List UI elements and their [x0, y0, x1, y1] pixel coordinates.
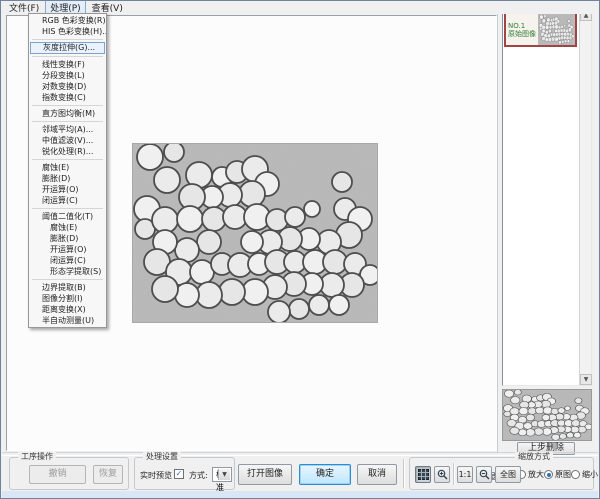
- menu-item-7[interactable]: 对数变换(D): [29, 81, 106, 92]
- menu-item-24[interactable]: 开运算(O): [29, 244, 106, 255]
- menu-separator: [32, 208, 103, 209]
- menu-item-17[interactable]: 膨胀(D): [29, 173, 106, 184]
- menu-item-8[interactable]: 指数变换(C): [29, 92, 106, 103]
- menu-item-6[interactable]: 分段变换(L): [29, 70, 106, 81]
- history-listbox[interactable]: NO.1 原始图像 ▲ ▼: [502, 9, 592, 386]
- cancel-button[interactable]: 取消: [357, 464, 397, 485]
- process-group-label: 处理设置: [143, 452, 181, 462]
- scale-radio-0[interactable]: 放大: [517, 469, 544, 480]
- menu-separator: [32, 105, 103, 106]
- steps-group-label: 工序操作: [18, 452, 56, 462]
- undo-button[interactable]: 撤销: [29, 465, 86, 484]
- panel-divider: [497, 1, 498, 453]
- menu-separator: [32, 159, 103, 160]
- history-item-thumbnail: [538, 14, 575, 45]
- menu-item-18[interactable]: 开运算(O): [29, 184, 106, 195]
- menu-item-13[interactable]: 中值滤波(V)...: [29, 135, 106, 146]
- down-arrow-icon[interactable]: ▼: [580, 374, 592, 385]
- microscopy-image[interactable]: [132, 143, 378, 323]
- menu-item-1[interactable]: HIS 色彩变换(H)...: [29, 26, 106, 37]
- menu-item-19[interactable]: 闭运算(C): [29, 195, 106, 206]
- menu-item-23[interactable]: 膨胀(D): [29, 233, 106, 244]
- ok-button[interactable]: 确定: [299, 464, 351, 485]
- open-image-button[interactable]: 打开图像: [238, 464, 292, 485]
- menu-item-25[interactable]: 闭运算(C): [29, 255, 106, 266]
- history-item-selected[interactable]: NO.1 原始图像: [504, 12, 577, 47]
- redo-button[interactable]: 恢复: [93, 465, 123, 484]
- window-bottom-edge: [2, 491, 598, 499]
- live-preview-label: 实时预览: [140, 470, 172, 481]
- history-scrollbar[interactable]: ▲ ▼: [579, 10, 591, 385]
- scale-radio-label: 缩小: [582, 469, 598, 480]
- history-item-label: NO.1 原始图像: [506, 22, 537, 38]
- menu-item-30[interactable]: 距离变换(X): [29, 304, 106, 315]
- menu-item-26[interactable]: 形态学提取(S): [29, 266, 106, 277]
- app-window: 文件(F) 处理(P) 查看(V) RGB 色彩变换(R)...HIS 色彩变换…: [0, 0, 600, 499]
- grid-icon[interactable]: [415, 466, 431, 483]
- radio-icon: [544, 470, 553, 479]
- menu-item-14[interactable]: 锐化处理(R)...: [29, 146, 106, 157]
- scale-radio-1[interactable]: 原图: [544, 469, 571, 480]
- menu-item-3[interactable]: 灰度拉伸(G)...: [30, 42, 105, 54]
- scale-radio-label: 原图: [555, 469, 571, 480]
- menu-item-31[interactable]: 半自动测量(U): [29, 315, 106, 326]
- zoom-group-label: 缩放方式: [515, 452, 553, 462]
- zoom-in-icon[interactable]: [434, 466, 450, 483]
- mode-label: 方式:: [189, 470, 208, 481]
- process-menu-dropdown: RGB 色彩变换(R)...HIS 色彩变换(H)... 灰度拉伸(G)... 线性…: [28, 13, 107, 328]
- menu-item-0[interactable]: RGB 色彩变换(R)...: [29, 15, 106, 26]
- menu-item-12[interactable]: 邻域平均(A)...: [29, 124, 106, 135]
- fit-view-button[interactable]: 全图: [495, 466, 521, 483]
- menu-separator: [32, 39, 103, 40]
- result-preview-image: [502, 389, 592, 441]
- actual-size-button[interactable]: 1:1: [457, 466, 473, 483]
- menu-item-21[interactable]: 阈值二值化(T): [29, 211, 106, 222]
- scale-radio-label: 放大: [528, 469, 544, 480]
- menu-item-16[interactable]: 腐蚀(E): [29, 162, 106, 173]
- zoom-out-icon[interactable]: [476, 466, 492, 483]
- menu-item-28[interactable]: 边界提取(B): [29, 282, 106, 293]
- live-preview-checkbox[interactable]: ✓: [174, 469, 184, 479]
- radio-icon: [571, 470, 580, 479]
- menu-separator: [32, 56, 103, 57]
- menu-item-22[interactable]: 腐蚀(E): [29, 222, 106, 233]
- menu-separator: [32, 121, 103, 122]
- menu-separator: [32, 279, 103, 280]
- mode-combobox[interactable]: 标准 ▼: [212, 467, 232, 482]
- menu-item-29[interactable]: 图像分割(I): [29, 293, 106, 304]
- menu-item-10[interactable]: 直方图均衡(M): [29, 108, 106, 119]
- toolbar-divider: [2, 452, 598, 456]
- chevron-down-icon[interactable]: ▼: [218, 469, 230, 480]
- zoom-tools-separator: [453, 463, 455, 485]
- toolbar-separator: [403, 459, 405, 488]
- menu-item-5[interactable]: 线性变换(F): [29, 59, 106, 70]
- scale-radio-2[interactable]: 缩小: [571, 469, 598, 480]
